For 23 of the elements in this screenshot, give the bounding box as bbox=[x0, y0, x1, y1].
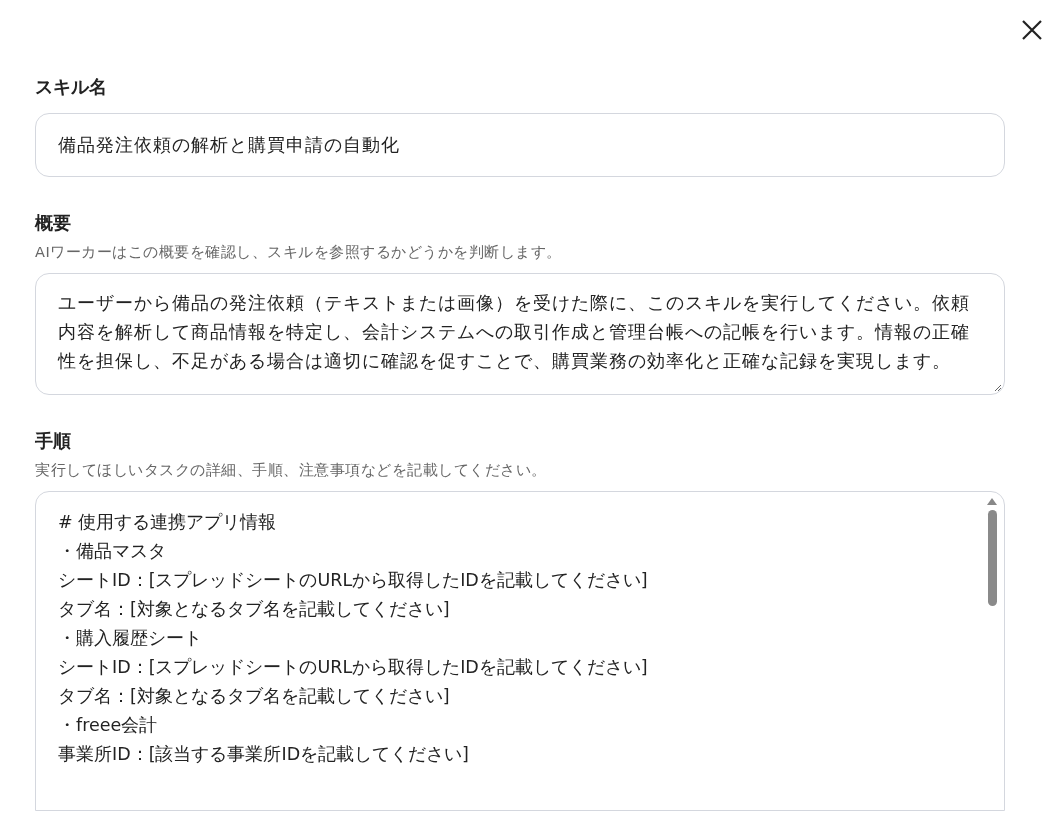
scrollbar[interactable] bbox=[986, 498, 998, 606]
instruction-line: ・購入履歴シート bbox=[58, 627, 203, 650]
field-label: 概要 bbox=[35, 211, 72, 235]
instructions-field[interactable]: # 使用する連携アプリ情報 ・備品マスタ シートID：[スプレッドシートのURLから取得したIDを記載してください] タブ名：[対象となるタブ名を記載してください] ・購入履歴シート シートID：[スプレッドシートのURLから取得したIDを記載してください] タブ名：[対象となるタブ名を記載してください] ・freee会計 事業所ID：[該当する事業所IDを記載してください] bbox=[35, 491, 1005, 811]
instruction-line: ・freee会計 bbox=[58, 714, 159, 737]
instruction-line: シートID：[スプレッドシートのURLから取得したIDを記載してください] bbox=[58, 569, 649, 592]
field-hint: AIワーカーはこの概要を確認し、スキルを参照するかどうかを判断します。 bbox=[35, 243, 563, 262]
instruction-line: ・備品マスタ bbox=[58, 540, 167, 563]
field-hint: 実行してほしいタスクの詳細、手順、注意事項などを記載してください。 bbox=[35, 461, 548, 480]
field-label: スキル名 bbox=[35, 75, 108, 99]
scrollbar-thumb[interactable] bbox=[987, 510, 997, 606]
close-button[interactable] bbox=[1022, 20, 1042, 40]
instruction-line: タブ名：[対象となるタブ名を記載してください] bbox=[58, 685, 451, 708]
close-icon bbox=[1022, 20, 1042, 40]
summary-field[interactable]: ユーザーから備品の発注依頼（テキストまたは画像）を受けた際に、このスキルを実行してください。依頼内容を解析して商品情報を特定し、会計システムへの取引作成と管理台帳への記帳を行います。情報の正確性を担保し、不足がある場合は適切に確認を促すことで、購買業務の効率化と正確な記録を実現します。 bbox=[35, 273, 1005, 395]
instruction-line: タブ名：[対象となるタブ名を記載してください] bbox=[58, 598, 451, 621]
field-label: 手順 bbox=[35, 429, 72, 453]
scroll-up-icon bbox=[987, 498, 997, 505]
instruction-line: シートID：[スプレッドシートのURLから取得したIDを記載してください] bbox=[58, 656, 649, 679]
resize-handle-icon bbox=[994, 384, 1002, 392]
instruction-line: # 使用する連携アプリ情報 bbox=[58, 511, 278, 534]
skill-name-field[interactable]: 備品発注依頼の解析と購買申請の自動化 bbox=[35, 113, 1005, 177]
instruction-line: 事業所ID：[該当する事業所IDを記載してください] bbox=[58, 743, 470, 766]
